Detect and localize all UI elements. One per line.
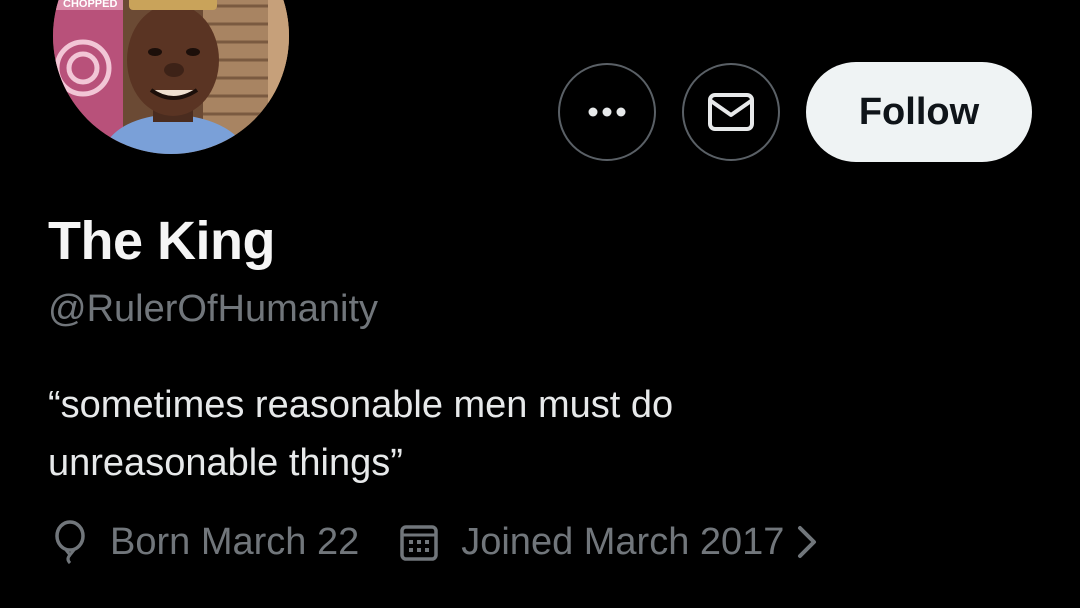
message-button[interactable] — [682, 63, 780, 161]
joined-item[interactable]: Joined March 2017 — [399, 521, 818, 564]
birthday-item: Born March 22 — [52, 520, 359, 564]
avatar-photo: CHOPPED — [53, 0, 289, 154]
avatar[interactable]: CHOPPED — [53, 0, 289, 154]
birthday-text: Born March 22 — [110, 520, 360, 563]
profile-bio: “sometimes reasonable men must do unreas… — [48, 376, 948, 492]
profile-actions: Follow — [558, 62, 1032, 162]
follow-button[interactable]: Follow — [806, 62, 1032, 162]
profile-meta: Born March 22 Joined March 2017 — [52, 520, 818, 564]
display-name: The King — [48, 211, 275, 271]
joined-text: Joined March 2017 — [461, 520, 785, 563]
avatar-sign-text: CHOPPED — [63, 0, 117, 10]
user-handle: @RulerOfHumanity — [48, 288, 378, 330]
bio-line: “sometimes reasonable men must do — [48, 384, 674, 426]
balloon-icon — [52, 520, 88, 564]
envelope-icon — [708, 93, 754, 131]
more-options-button[interactable] — [558, 63, 656, 161]
calendar-icon — [399, 522, 439, 562]
more-icon — [588, 107, 626, 117]
chevron-right-icon — [796, 524, 818, 560]
bio-line: unreasonable things” — [48, 442, 403, 484]
